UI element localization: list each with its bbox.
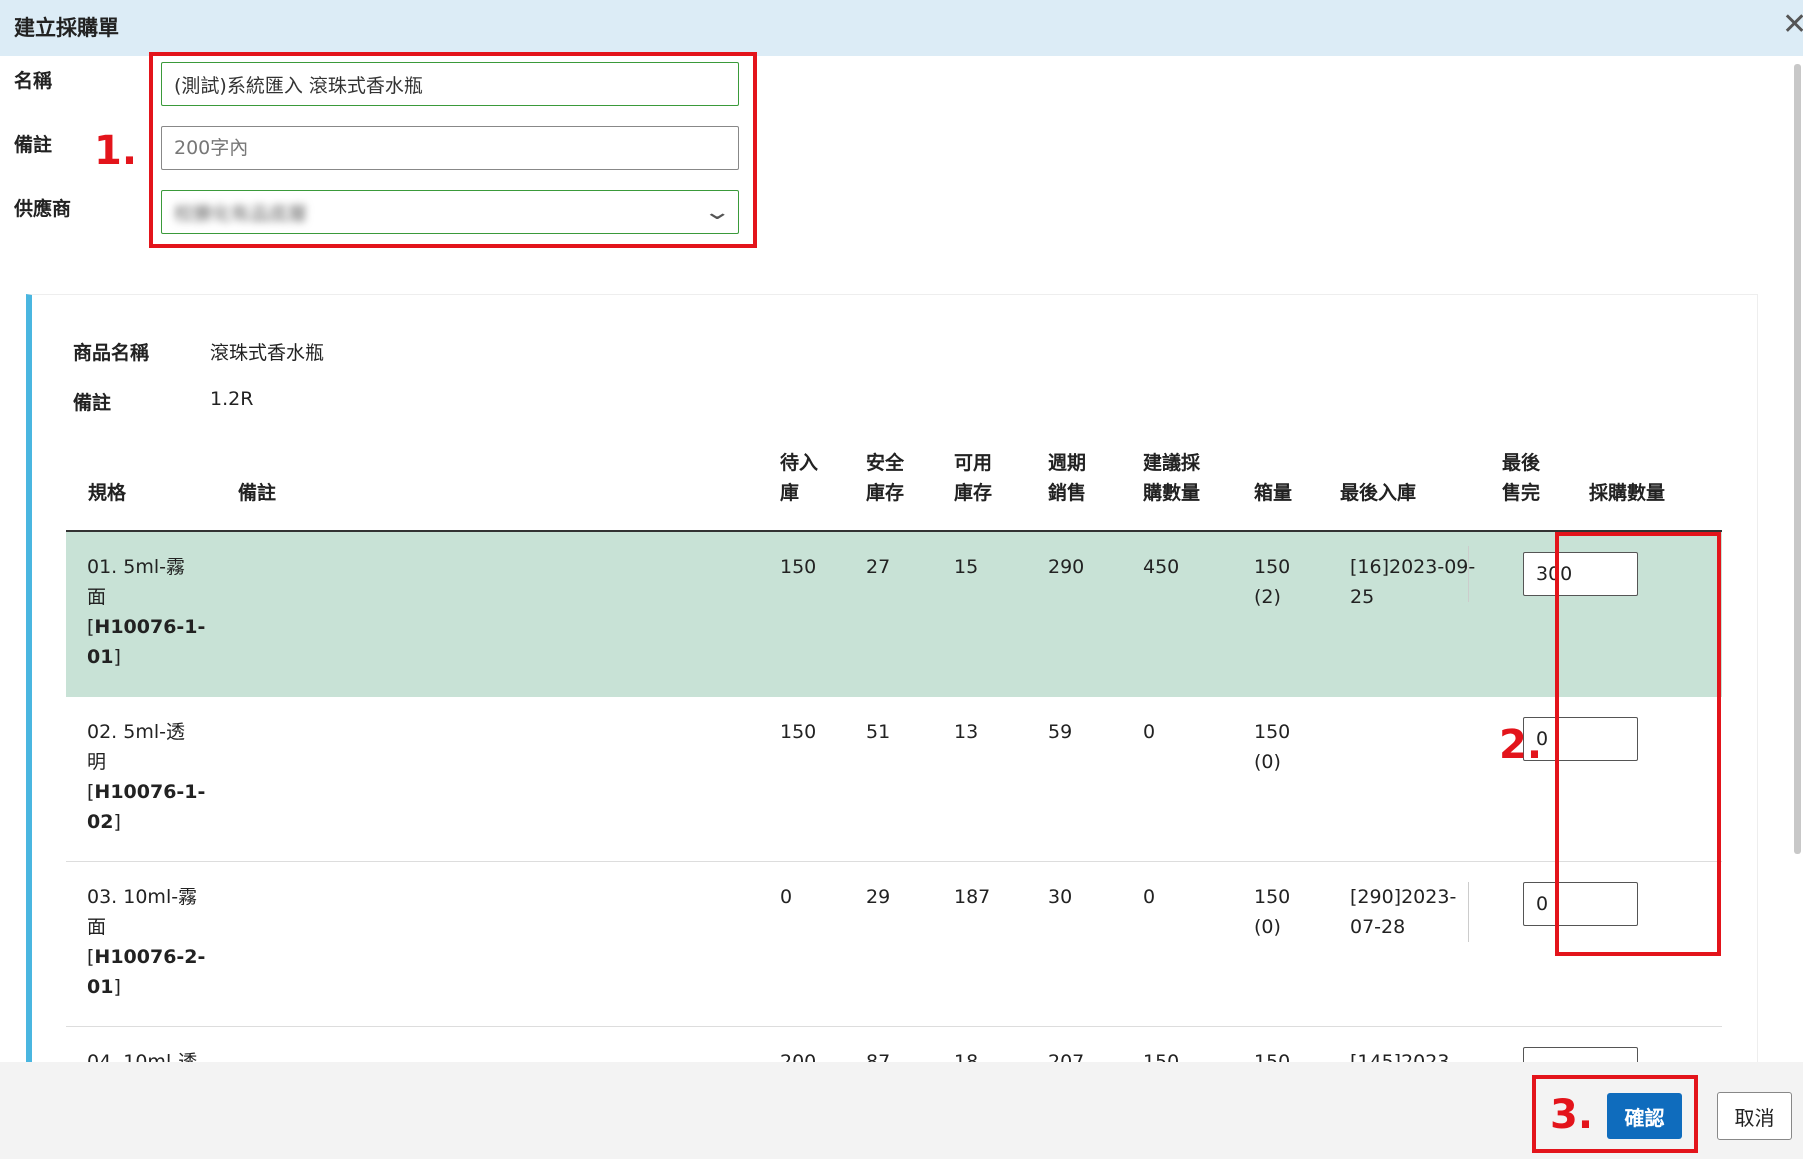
row-suggested: 0 (1143, 721, 1156, 743)
col-header-weekly-sales: 週期 銷售 (1048, 452, 1087, 504)
row-weekly-sales: 290 (1048, 556, 1085, 578)
cell-divider (1468, 882, 1469, 942)
table-row: 01. 5ml-霧面 [H10076-1- 01] 150 27 15 290 … (66, 532, 1722, 697)
name-label: 名稱 (14, 70, 53, 92)
annotation-label-3: 3. (1550, 1092, 1594, 1138)
annotation-label-1: 1. (94, 128, 138, 174)
annotation-box-2 (1555, 532, 1721, 956)
row-box: 150 (2) (1254, 556, 1291, 608)
cancel-button[interactable]: 取消 (1717, 1092, 1792, 1140)
table-row: 04. 10ml-透 200 87 18 207 150 150 [145]20… (66, 1027, 1722, 1062)
table-row: 02. 5ml-透明 [H10076-1- 02] 150 51 13 59 0… (66, 697, 1722, 862)
col-header-last-sold: 最後 售完 (1502, 452, 1541, 504)
table-row: 03. 10ml-霧面 [H10076-2- 01] 0 29 187 30 0… (66, 862, 1722, 1027)
supplier-label: 供應商 (14, 198, 72, 220)
row-available: 15 (954, 556, 979, 578)
row-weekly-sales: 207 (1048, 1051, 1085, 1062)
product-note-value: 1.2R (210, 388, 254, 410)
col-header-pending: 待入庫 (780, 452, 819, 504)
row-spec: 03. 10ml-霧面 [H10076-2- 01] (87, 886, 206, 998)
row-spec: 04. 10ml-透 (87, 1051, 198, 1062)
col-header-qty: 採購數量 (1589, 482, 1666, 504)
dialog-titlebar: 建立採購單 ✕ (0, 0, 1803, 56)
row-pending: 150 (780, 721, 817, 743)
row-pending: 150 (780, 556, 817, 578)
product-name-value: 滾珠式香水瓶 (210, 342, 325, 364)
col-header-box: 箱量 (1254, 482, 1293, 504)
row-suggested: 450 (1143, 556, 1180, 578)
close-icon[interactable]: ✕ (1782, 10, 1803, 40)
row-spec: 01. 5ml-霧面 [H10076-1- 01] (87, 556, 206, 668)
row-available: 18 (954, 1051, 979, 1062)
row-box: 150 (0) (1254, 886, 1291, 938)
annotation-box-1 (149, 52, 757, 248)
row-last-in: [290]2023- 07-28 (1350, 886, 1457, 938)
row-box: 150 (0) (1254, 721, 1291, 773)
col-header-available: 可用 庫存 (954, 452, 993, 504)
col-header-last-in: 最後入庫 (1340, 482, 1417, 504)
row-suggested: 0 (1143, 886, 1156, 908)
row-pending: 0 (780, 886, 793, 908)
row-weekly-sales: 30 (1048, 886, 1073, 908)
purchase-qty-input[interactable] (1523, 1047, 1638, 1062)
product-name-label: 商品名稱 (73, 342, 150, 364)
col-header-safe-stock: 安全 庫存 (866, 452, 905, 504)
row-available: 13 (954, 721, 979, 743)
col-header-note: 備註 (238, 482, 277, 504)
row-pending: 200 (780, 1051, 817, 1062)
row-available: 187 (954, 886, 991, 908)
row-safe-stock: 27 (866, 556, 891, 578)
scrollbar[interactable] (1794, 64, 1801, 854)
note-label: 備註 (14, 134, 53, 156)
row-safe-stock: 51 (866, 721, 891, 743)
row-suggested: 150 (1143, 1051, 1180, 1062)
row-box: 150 (1254, 1051, 1291, 1062)
row-safe-stock: 29 (866, 886, 891, 908)
row-safe-stock: 87 (866, 1051, 891, 1062)
dialog-title: 建立採購單 (14, 16, 119, 40)
annotation-label-2: 2. (1499, 722, 1543, 768)
row-last-in: [145]2023- (1350, 1051, 1457, 1062)
col-header-suggested: 建議採 購數量 (1143, 452, 1201, 504)
row-spec: 02. 5ml-透明 [H10076-1- 02] (87, 721, 206, 833)
row-last-in: [16]2023-09- 25 (1350, 556, 1476, 608)
row-weekly-sales: 59 (1048, 721, 1073, 743)
col-header-spec: 規格 (88, 482, 127, 504)
product-note-label: 備註 (73, 392, 112, 414)
cell-divider (1468, 546, 1469, 602)
